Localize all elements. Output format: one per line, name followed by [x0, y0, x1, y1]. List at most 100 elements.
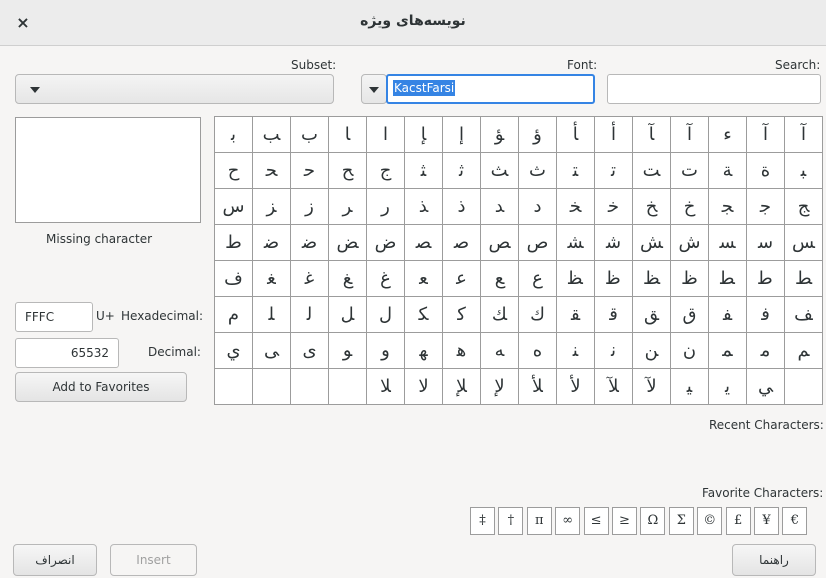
character-cell[interactable]: ﻏ	[290, 260, 329, 297]
character-cell[interactable]: ﺾ	[328, 224, 367, 261]
character-cell[interactable]: ح	[214, 152, 253, 189]
character-cell[interactable]: ﺜ	[404, 152, 443, 189]
character-cell[interactable]: ﻃ	[746, 260, 785, 297]
character-cell[interactable]: ﻄ	[708, 260, 747, 297]
add-to-favorites-button[interactable]: Add to Favorites	[15, 372, 187, 402]
character-cell[interactable]: ﻤ	[708, 332, 747, 369]
character-cell[interactable]: ﺰ	[252, 188, 291, 225]
character-cell[interactable]: ﺘ	[556, 152, 595, 189]
character-cell[interactable]: ة	[746, 152, 785, 189]
favorite-character[interactable]: €	[782, 507, 808, 535]
favorite-character[interactable]: Ω	[640, 507, 666, 535]
character-cell[interactable]: س	[214, 188, 253, 225]
character-cell[interactable]: ﻻ	[404, 368, 443, 405]
character-cell[interactable]: ﺣ	[290, 152, 329, 189]
character-cell[interactable]: ﻠ	[252, 296, 291, 333]
character-cell[interactable]: ﻲ	[746, 368, 785, 405]
favorite-character[interactable]: ‡	[470, 507, 495, 535]
character-cell[interactable]: ﺻ	[442, 224, 481, 261]
character-cell[interactable]	[214, 368, 253, 405]
character-cell[interactable]: ﻈ	[556, 260, 595, 297]
character-cell[interactable]: ﻬ	[404, 332, 443, 369]
character-cell[interactable]: ط	[214, 224, 253, 261]
character-cell[interactable]: ﺂ	[632, 116, 671, 153]
character-cell[interactable]: ﻸ	[518, 368, 557, 405]
character-cell[interactable]: ﺄ	[556, 116, 595, 153]
character-cell[interactable]: ﻳ	[708, 368, 747, 405]
character-cell[interactable]: ﺬ	[404, 188, 443, 225]
decimal-input[interactable]: 65532	[15, 338, 119, 368]
character-cell[interactable]: ﻎ	[328, 260, 367, 297]
character-cell[interactable]: ي	[214, 332, 253, 369]
character-cell[interactable]: ﺢ	[328, 152, 367, 189]
character-cell[interactable]: ﻟ	[290, 296, 329, 333]
character-cell[interactable]: ﻷ	[556, 368, 595, 405]
character-cell[interactable]: ﻘ	[556, 296, 595, 333]
character-cell[interactable]: ب	[290, 116, 329, 153]
character-cell[interactable]: د	[518, 188, 557, 225]
character-cell[interactable]: ﻛ	[442, 296, 481, 333]
character-cell[interactable]: ﻐ	[252, 260, 291, 297]
character-cell[interactable]: ﺁ	[746, 116, 785, 153]
character-cell[interactable]: ﺷ	[594, 224, 633, 261]
character-cell[interactable]: ﻔ	[708, 296, 747, 333]
character-cell[interactable]: ﻫ	[442, 332, 481, 369]
search-input[interactable]	[607, 74, 821, 104]
font-input[interactable]: KacstFarsi	[386, 74, 595, 104]
character-cell[interactable]: ﺺ	[480, 224, 519, 261]
character-cell[interactable]: ى	[290, 332, 329, 369]
character-cell[interactable]: ظ	[670, 260, 709, 297]
character-cell[interactable]: ف	[214, 260, 253, 297]
character-cell[interactable]: ﺞ	[784, 188, 823, 225]
favorite-character[interactable]: ¥	[754, 507, 779, 535]
font-dropdown-button[interactable]	[361, 74, 387, 104]
character-cell[interactable]: ن	[670, 332, 709, 369]
character-cell[interactable]: ﺅ	[518, 116, 557, 153]
character-cell[interactable]: و	[366, 332, 405, 369]
character-cell[interactable]: ش	[670, 224, 709, 261]
hex-input[interactable]: FFFC	[15, 302, 93, 332]
character-cell[interactable]	[252, 368, 291, 405]
character-cell[interactable]: ﻪ	[480, 332, 519, 369]
insert-button[interactable]: Insert	[110, 544, 197, 576]
character-cell[interactable]	[328, 368, 367, 405]
character-cell[interactable]: ﺮ	[328, 188, 367, 225]
character-cell[interactable]: ﻮ	[328, 332, 367, 369]
character-cell[interactable]: ك	[518, 296, 557, 333]
character-cell[interactable]: ﻓ	[746, 296, 785, 333]
character-cell[interactable]	[784, 368, 823, 405]
character-cell[interactable]: ﺀ	[708, 116, 747, 153]
character-cell[interactable]: غ	[366, 260, 405, 297]
character-cell[interactable]: ﻨ	[556, 332, 595, 369]
character-cell[interactable]: ﺑ	[214, 116, 253, 153]
favorite-character[interactable]: ≥	[612, 507, 637, 535]
character-cell[interactable]: ر	[366, 188, 405, 225]
character-cell[interactable]: ل	[366, 296, 405, 333]
character-cell[interactable]: ﺆ	[480, 116, 519, 153]
character-cell[interactable]: ﻆ	[632, 260, 671, 297]
character-cell[interactable]: ﺧ	[594, 188, 633, 225]
character-cell[interactable]: ﺔ	[708, 152, 747, 189]
character-cell[interactable]: ﻗ	[594, 296, 633, 333]
character-cell[interactable]: ﻚ	[480, 296, 519, 333]
character-cell[interactable]: ص	[518, 224, 557, 261]
character-cell[interactable]: خ	[670, 188, 709, 225]
character-cell[interactable]: ﺿ	[252, 224, 291, 261]
character-cell[interactable]: ز	[290, 188, 329, 225]
character-cell[interactable]: ﻜ	[404, 296, 443, 333]
character-cell[interactable]: ﻇ	[594, 260, 633, 297]
help-button[interactable]: راهنما	[732, 544, 816, 576]
character-cell[interactable]: ض	[366, 224, 405, 261]
favorite-character[interactable]: ∞	[555, 507, 581, 535]
character-cell[interactable]: ﻰ	[252, 332, 291, 369]
character-cell[interactable]	[290, 368, 329, 405]
character-cell[interactable]: ﺸ	[556, 224, 595, 261]
character-cell[interactable]: ا	[366, 116, 405, 153]
character-cell[interactable]: ﺦ	[632, 188, 671, 225]
character-cell[interactable]: ﺼ	[404, 224, 443, 261]
favorite-character[interactable]: †	[498, 507, 524, 535]
character-cell[interactable]: ﻴ	[670, 368, 709, 405]
character-cell[interactable]: ﺚ	[480, 152, 519, 189]
character-cell[interactable]: ﻊ	[480, 260, 519, 297]
character-cell[interactable]: ﺁ	[670, 116, 709, 153]
